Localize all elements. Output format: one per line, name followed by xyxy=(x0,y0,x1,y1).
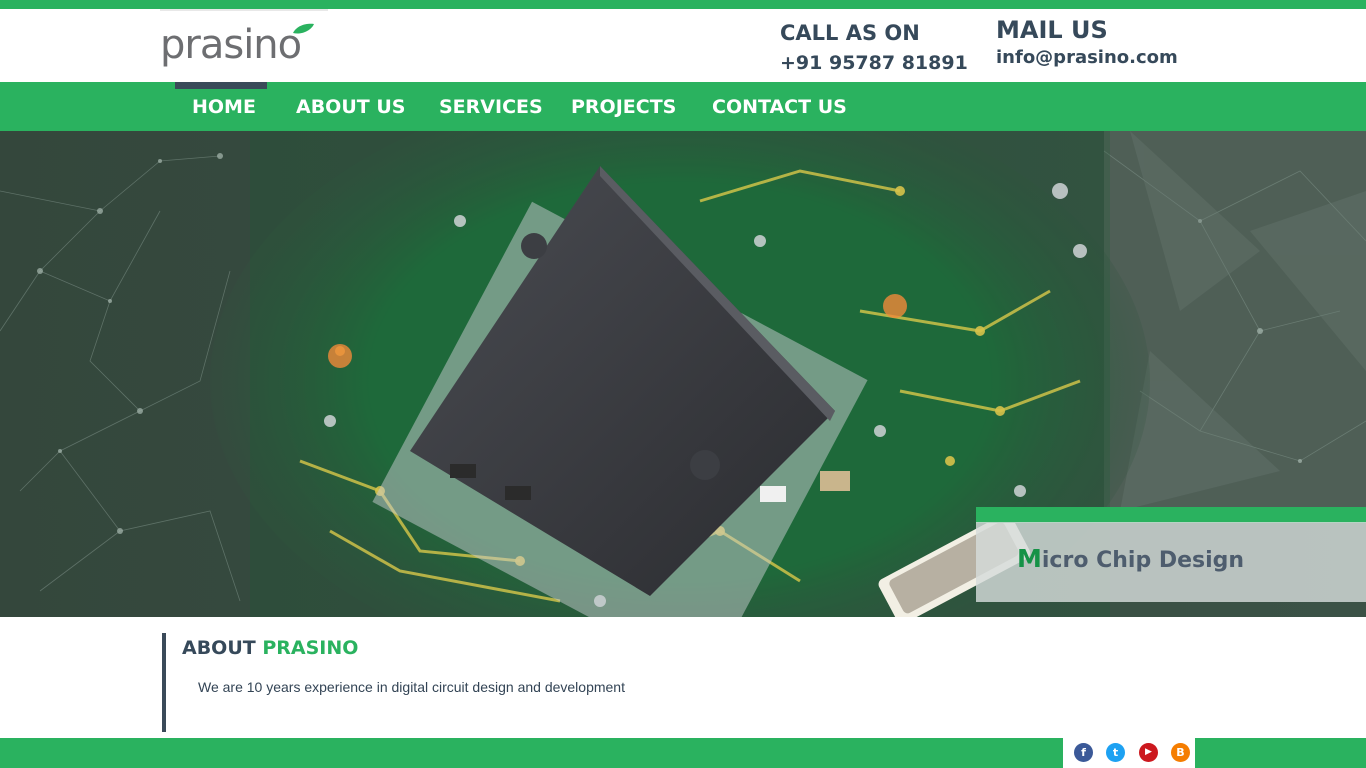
blogger-icon[interactable]: B xyxy=(1171,743,1190,762)
youtube-icon[interactable]: ▶ xyxy=(1139,743,1158,762)
leaf-icon xyxy=(293,23,314,34)
call-info: CALL AS ON +91 95787 81891 xyxy=(780,21,968,75)
nav-active-indicator xyxy=(175,82,267,89)
top-accent-stripe xyxy=(0,0,1366,9)
slide-caption-text: Micro Chip Design xyxy=(1017,544,1244,573)
about-title: ABOUT PRASINO xyxy=(182,637,358,659)
site-header: prasino CALL AS ON +91 95787 81891 MAIL … xyxy=(0,9,1366,82)
nav-projects[interactable]: PROJECTS xyxy=(571,82,676,131)
about-title-prefix: ABOUT xyxy=(182,637,256,659)
slide-caption: Micro Chip Design xyxy=(976,522,1366,602)
phone-number[interactable]: +91 95787 81891 xyxy=(780,51,968,75)
about-section: ABOUT PRASINO We are 10 years experience… xyxy=(162,633,1062,732)
facebook-icon[interactable]: f xyxy=(1074,743,1093,762)
about-text: We are 10 years experience in digital ci… xyxy=(198,679,625,695)
site-logo[interactable]: prasino xyxy=(160,9,328,82)
nav-about-us[interactable]: ABOUT US xyxy=(296,82,405,131)
mail-title: MAIL US xyxy=(996,16,1108,44)
nav-home[interactable]: HOME xyxy=(192,82,256,131)
about-title-accent: PRASINO xyxy=(262,637,359,659)
logo-wordmark: prasino xyxy=(160,22,302,68)
call-title: CALL AS ON xyxy=(780,21,920,45)
nav-services[interactable]: SERVICES xyxy=(439,82,543,131)
slide-caption-rest: icro Chip Design xyxy=(1041,548,1245,573)
twitter-icon[interactable]: t xyxy=(1106,743,1125,762)
nav-contact-us[interactable]: CONTACT US xyxy=(712,82,847,131)
email-address[interactable]: info@prasino.com xyxy=(996,46,1178,70)
slide-caption-accent xyxy=(976,507,1366,523)
mail-info: MAIL US info@prasino.com xyxy=(996,17,1178,70)
main-nav: HOME ABOUT US SERVICES PROJECTS CONTACT … xyxy=(0,82,1366,131)
social-links: f t ▶ B xyxy=(1063,738,1195,768)
slide-caption-initial: M xyxy=(1017,544,1042,573)
